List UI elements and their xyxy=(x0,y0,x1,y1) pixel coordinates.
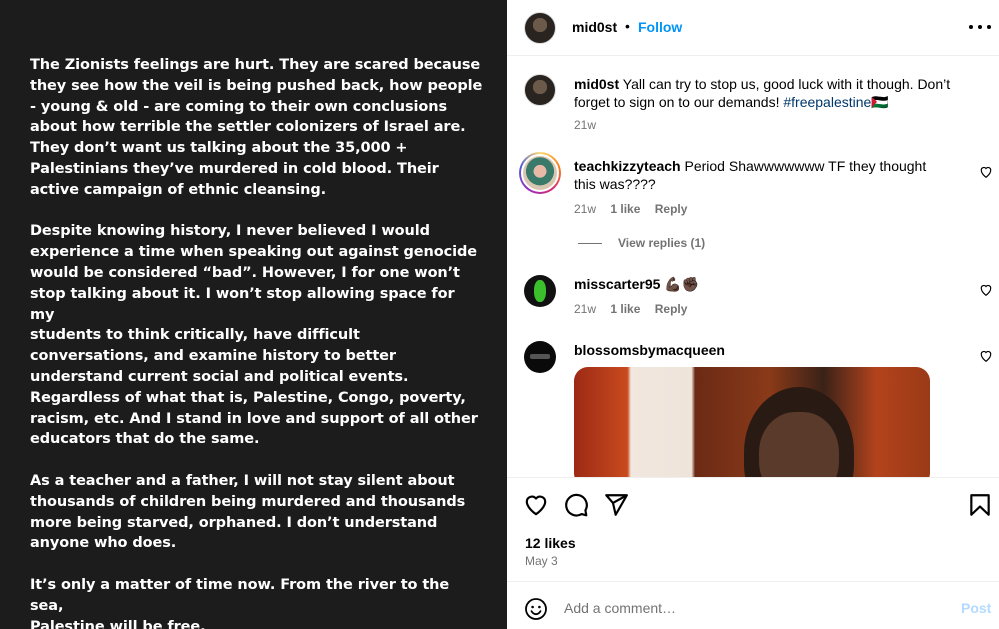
likes-count[interactable]: 12 likes xyxy=(525,535,576,551)
comment-username[interactable]: teachkizzyteach xyxy=(574,158,681,174)
comment: blossomsbymacqueen xyxy=(574,341,725,359)
flag-emoji: 🇵🇸 xyxy=(871,94,889,110)
author-username[interactable]: mid0st xyxy=(572,19,617,35)
comment-time: 21w xyxy=(574,302,597,316)
comment-emoji: 💪🏿✊🏿 xyxy=(664,276,700,292)
post-paragraph: As a teacher and a father, I will not st… xyxy=(30,472,466,552)
commenter-avatar[interactable] xyxy=(519,152,561,194)
comments-list[interactable]: mid0st Yall can try to stop us, good luc… xyxy=(507,57,999,477)
replies-line xyxy=(578,243,602,244)
separator-dot: • xyxy=(625,18,630,34)
caption-username[interactable]: mid0st xyxy=(574,76,619,92)
reply-button[interactable]: Reply xyxy=(655,302,688,316)
author-avatar[interactable] xyxy=(524,12,556,44)
comment-username[interactable]: blossomsbymacqueen xyxy=(574,342,725,358)
comment-likes[interactable]: 1 like xyxy=(610,202,640,216)
comment: teachkizzyteach Period Shawwwwwww TF the… xyxy=(574,157,964,193)
post-paragraph: The Zionists feelings are hurt. They are… xyxy=(30,57,483,198)
comment: misscarter95 💪🏿✊🏿 xyxy=(574,275,964,293)
post-actions: 12 likes May 3 xyxy=(507,477,999,581)
commenter-avatar[interactable] xyxy=(524,275,556,307)
comment-text: this was???? xyxy=(574,176,656,192)
comment-time: 21w xyxy=(574,202,597,216)
reply-button[interactable]: Reply xyxy=(655,202,688,216)
view-replies-button[interactable]: View replies (1) xyxy=(618,236,705,250)
more-options-icon[interactable] xyxy=(969,16,991,38)
like-comment-heart-icon[interactable] xyxy=(979,283,993,297)
comment-icon[interactable] xyxy=(563,492,589,518)
heart-icon[interactable] xyxy=(523,492,549,518)
comment-username[interactable]: misscarter95 xyxy=(574,276,660,292)
like-comment-heart-icon[interactable] xyxy=(979,349,993,363)
post-image-text: The Zionists feelings are hurt. They are… xyxy=(0,0,507,629)
add-comment-bar: Post xyxy=(507,581,999,629)
commenter-avatar[interactable] xyxy=(524,341,556,373)
comment-input[interactable] xyxy=(564,597,944,619)
caption-text: forget to sign on to our demands! xyxy=(574,94,780,110)
comment-attached-image[interactable] xyxy=(574,367,930,477)
caption-text: Yall can try to stop us, good luck with … xyxy=(622,76,951,92)
post-header: mid0st • Follow xyxy=(507,0,999,56)
caption-time: 21w xyxy=(574,118,597,132)
follow-button[interactable]: Follow xyxy=(638,19,682,35)
comment-likes[interactable]: 1 like xyxy=(610,302,640,316)
post-date: May 3 xyxy=(525,554,558,568)
caption-avatar[interactable] xyxy=(524,74,556,106)
post-comment-button[interactable]: Post xyxy=(961,600,991,616)
emoji-icon[interactable] xyxy=(524,597,548,621)
comment-meta: 21w 1 like Reply xyxy=(574,302,687,316)
comment-meta: 21w 1 like Reply xyxy=(574,202,687,216)
caption: mid0st Yall can try to stop us, good luc… xyxy=(574,75,984,111)
share-icon[interactable] xyxy=(603,492,629,518)
post-paragraph: Despite knowing history, I never believe… xyxy=(30,223,478,448)
post-paragraph: It’s only a matter of time now. From the… xyxy=(30,576,450,629)
post-sidebar: mid0st • Follow mid0st Yall can try to s… xyxy=(507,0,999,629)
bookmark-icon[interactable] xyxy=(967,492,993,518)
like-comment-heart-icon[interactable] xyxy=(979,165,993,179)
comment-text: Period Shawwwwwww TF they thought xyxy=(684,158,927,174)
hashtag-link[interactable]: #freepalestine xyxy=(783,94,871,110)
